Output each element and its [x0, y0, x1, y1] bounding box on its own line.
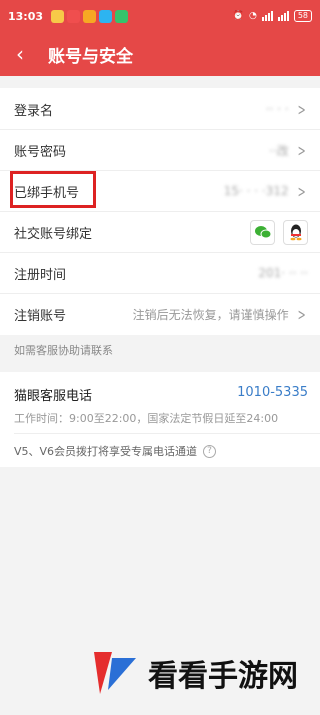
- page-title: 账号与安全: [48, 46, 133, 67]
- section-label: 如需客服协助请联系: [14, 344, 113, 357]
- row-register-time: 注册时间 201· ·· ··: [0, 253, 320, 294]
- row-label: 注销账号: [14, 309, 67, 324]
- alarm-icon: ⏰: [232, 11, 244, 21]
- battery-icon: 58: [293, 10, 312, 22]
- divider: [14, 433, 320, 434]
- help-icon[interactable]: ?: [203, 444, 217, 458]
- row-value: 15· · · ·312: [223, 184, 289, 198]
- chevron-right-icon: >: [297, 181, 306, 201]
- wechat-icon[interactable]: [250, 219, 275, 245]
- watermark: 看看手游网: [90, 650, 298, 696]
- app-icon: [51, 9, 65, 23]
- row-login-name[interactable]: 登录名 ·· · · >: [0, 89, 320, 130]
- chevron-right-icon: >: [297, 99, 306, 119]
- watermark-text: 看看手游网: [148, 659, 298, 694]
- row-cancel-account[interactable]: 注销账号 注销后无法恢复，请谨慎操作 >: [0, 294, 320, 335]
- row-value: 注销后无法恢复，请谨慎操作: [132, 308, 289, 322]
- signal-icon: [277, 11, 289, 21]
- signal-icon: [261, 11, 273, 21]
- chevron-right-icon: >: [297, 305, 306, 324]
- row-label: 登录名: [14, 103, 54, 119]
- notification-icons: [51, 9, 129, 23]
- wifi-icon: ◔: [248, 11, 257, 21]
- app-icon: [115, 9, 129, 23]
- app-icon: [67, 9, 81, 23]
- watermark-logo-icon: [94, 652, 136, 694]
- chevron-right-icon: >: [297, 140, 306, 160]
- qq-icon[interactable]: [283, 219, 308, 245]
- row-value: ··改: [268, 143, 289, 158]
- row-value: 201· ·· ··: [258, 266, 308, 280]
- highlight-box: [10, 171, 96, 208]
- service-hours: 工作时间：9:00至22:00，国家法定节假日延至24:00: [14, 412, 279, 425]
- row-label: 账号密码: [14, 144, 67, 160]
- row-label: 注册时间: [14, 267, 67, 283]
- back-button[interactable]: ‹: [0, 32, 40, 76]
- row-value: ·· · ·: [265, 102, 289, 116]
- nav-bar: ‹ 账号与安全: [0, 32, 320, 76]
- row-label: 社交账号绑定: [14, 226, 93, 242]
- vip-row: V5、V6会员拨打将享受专属电话通道 ?: [14, 443, 217, 459]
- app-icon: [83, 9, 97, 23]
- status-time: 13:03: [8, 9, 44, 23]
- app-icon: [99, 9, 113, 23]
- status-bar: 13:03 ⏰ ◔ 58: [0, 0, 320, 32]
- vip-text: V5、V6会员拨打将享受专属电话通道: [14, 445, 198, 458]
- service-title: 猫眼客服电话: [14, 389, 93, 404]
- service-phone-link[interactable]: 1010-5335: [237, 385, 308, 400]
- status-indicators: ⏰ ◔ 58: [233, 10, 312, 22]
- row-social[interactable]: 社交账号绑定: [0, 212, 320, 253]
- row-password[interactable]: 账号密码 ··改 >: [0, 130, 320, 171]
